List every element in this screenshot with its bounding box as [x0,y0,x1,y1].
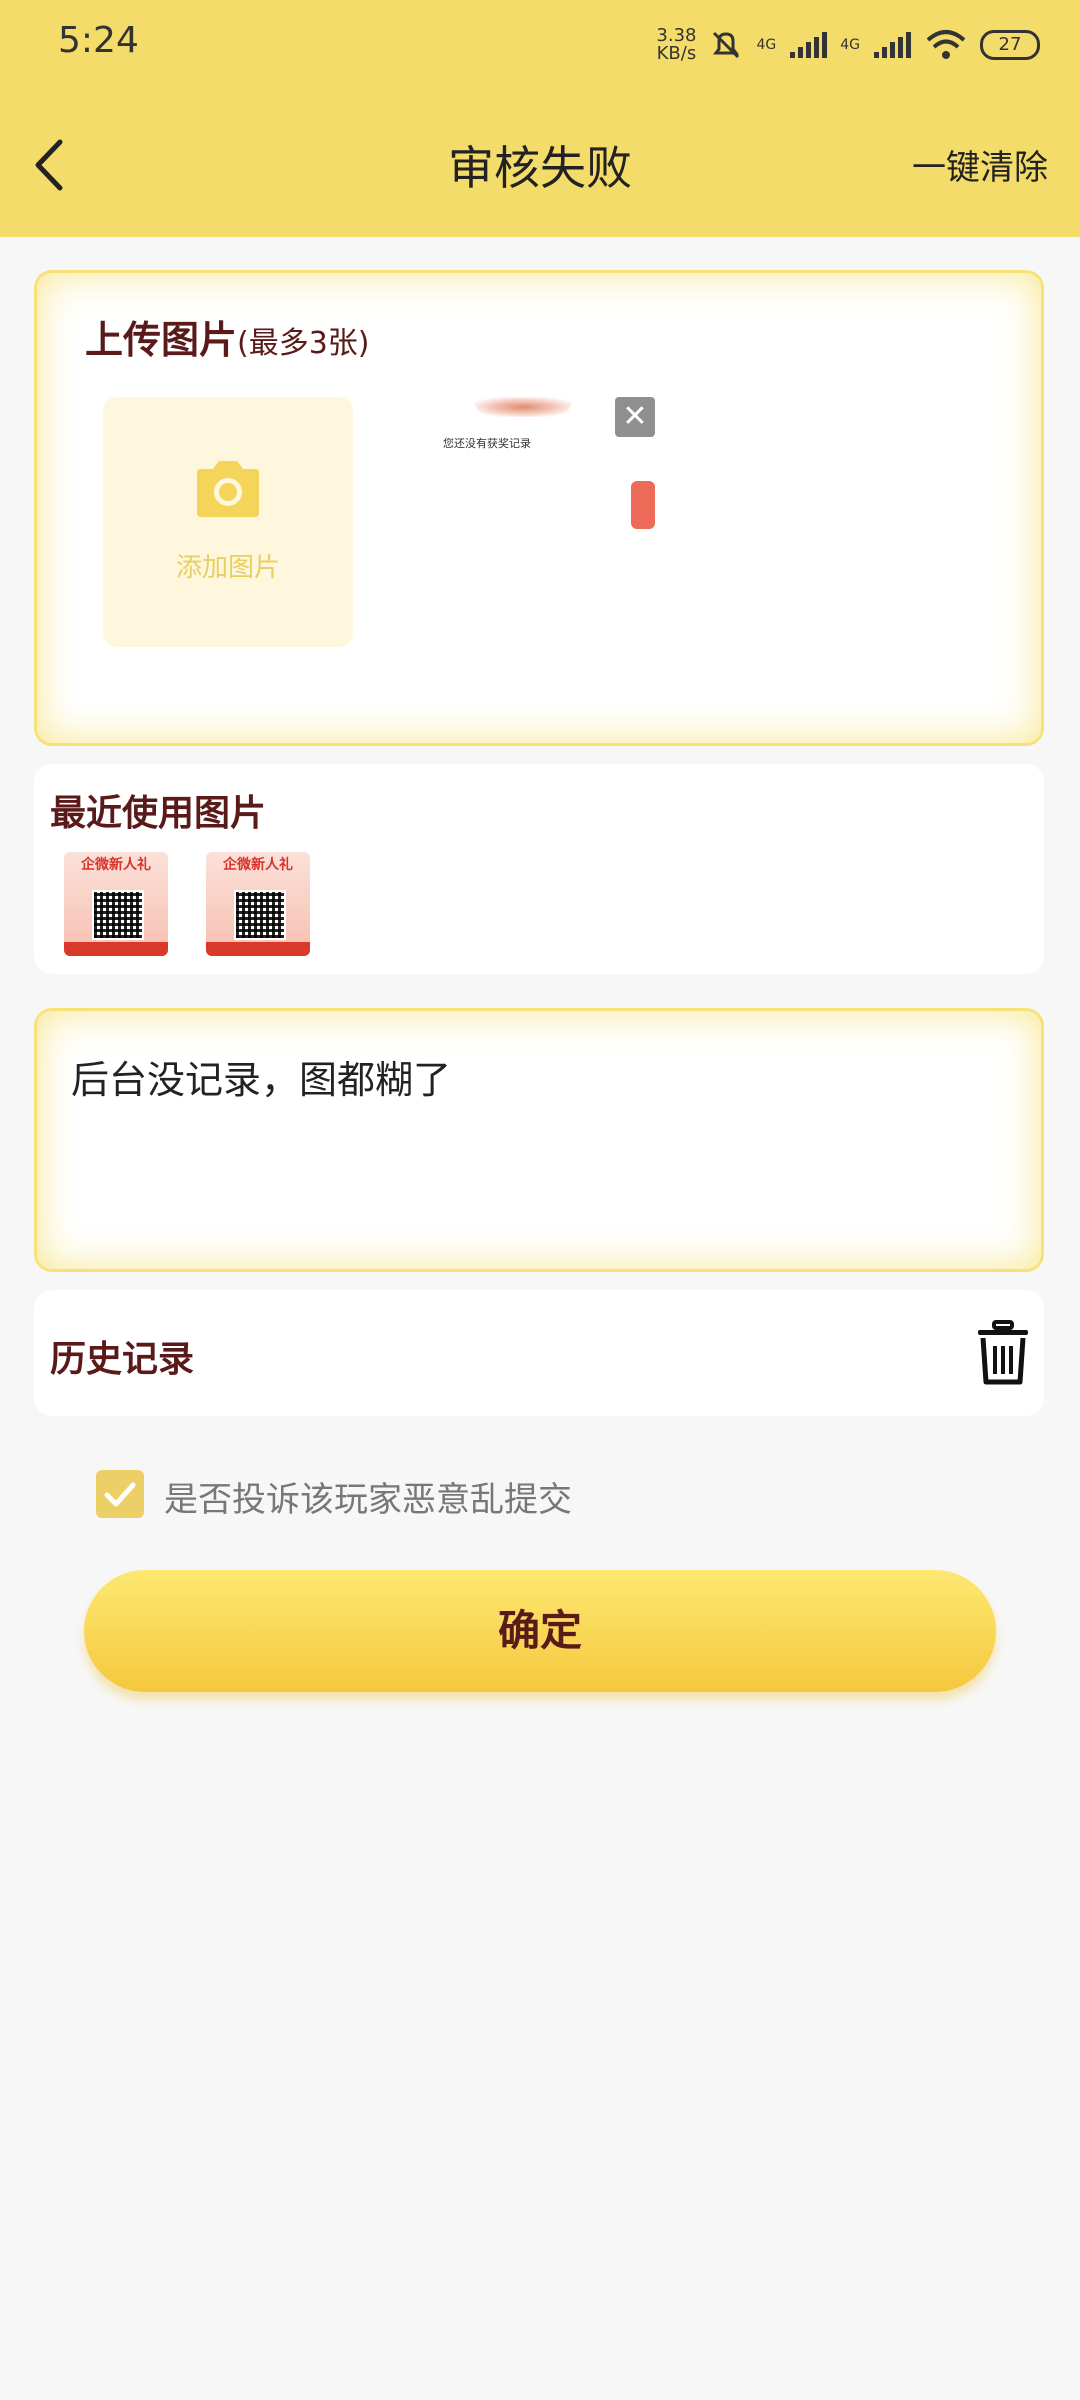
network-type-1: 4G [756,37,777,53]
checkmark-icon [104,1482,136,1507]
network-type-2: 4G [840,37,860,53]
comment-text: 后台没记录，图都糊了 [71,1058,452,1102]
thumbnail-tag [631,481,655,529]
trash-icon[interactable] [974,1320,1032,1386]
status-icons: 3.38 KB/s 4G 4G 27 [656,22,1040,68]
title-bar: 审核失败 一键清除 [0,110,1080,220]
complaint-label: 是否投诉该玩家恶意乱提交 [164,1480,572,1520]
qr-code-icon [92,890,144,940]
add-image-label: 添加图片 [175,553,280,583]
recent-image-item[interactable]: 企微新人礼 [206,852,310,956]
confirm-button[interactable]: 确定 [84,1570,996,1692]
thumbnail-text: 您还没有获奖记录 [443,437,531,450]
status-time: 5:24 [58,20,139,61]
bell-muted-icon [713,31,740,59]
recent-image-heading: 企微新人礼 [223,857,293,873]
thumbnail-graphic [473,397,573,417]
upload-title-text: 上传图片 [85,318,238,362]
upload-section: 上传图片(最多3张) 添加图片 您还没有获奖记录 ✕ [34,270,1044,746]
signal-icon [790,32,828,58]
uploaded-image-thumbnail[interactable]: 您还没有获奖记录 ✕ [423,397,655,647]
status-bar: 5:24 3.38 KB/s 4G 4G 27 [0,0,1080,90]
camera-icon [197,461,259,517]
recent-image-footer [206,942,310,956]
history-section[interactable]: 历史记录 [34,1290,1044,1416]
signal-icon [874,32,911,58]
wifi-icon [926,30,966,59]
comment-textarea[interactable]: 后台没记录，图都糊了 [34,1008,1044,1272]
upload-limit: (最多3张) [237,326,370,361]
clear-all-button[interactable]: 一键清除 [912,140,1048,189]
battery-indicator: 27 [980,30,1040,60]
recent-images-section: 最近使用图片 企微新人礼 企微新人礼 [34,764,1044,974]
app-header: 5:24 3.38 KB/s 4G 4G 27 审核失败 一键清除 [0,0,1080,237]
upload-title: 上传图片(最多3张) [85,309,370,364]
network-speed-unit: KB/s [656,43,697,64]
qr-code-icon [234,890,286,940]
recent-images-title: 最近使用图片 [50,793,267,834]
recent-image-item[interactable]: 企微新人礼 [64,852,168,956]
history-title: 历史记录 [50,1339,195,1380]
remove-image-close-icon[interactable]: ✕ [615,397,655,437]
add-image-button[interactable]: 添加图片 [103,397,353,647]
recent-image-heading: 企微新人礼 [81,857,151,873]
recent-image-footer [64,942,168,956]
network-speed: 3.38 KB/s [656,27,696,63]
complaint-checkbox[interactable] [96,1470,144,1518]
